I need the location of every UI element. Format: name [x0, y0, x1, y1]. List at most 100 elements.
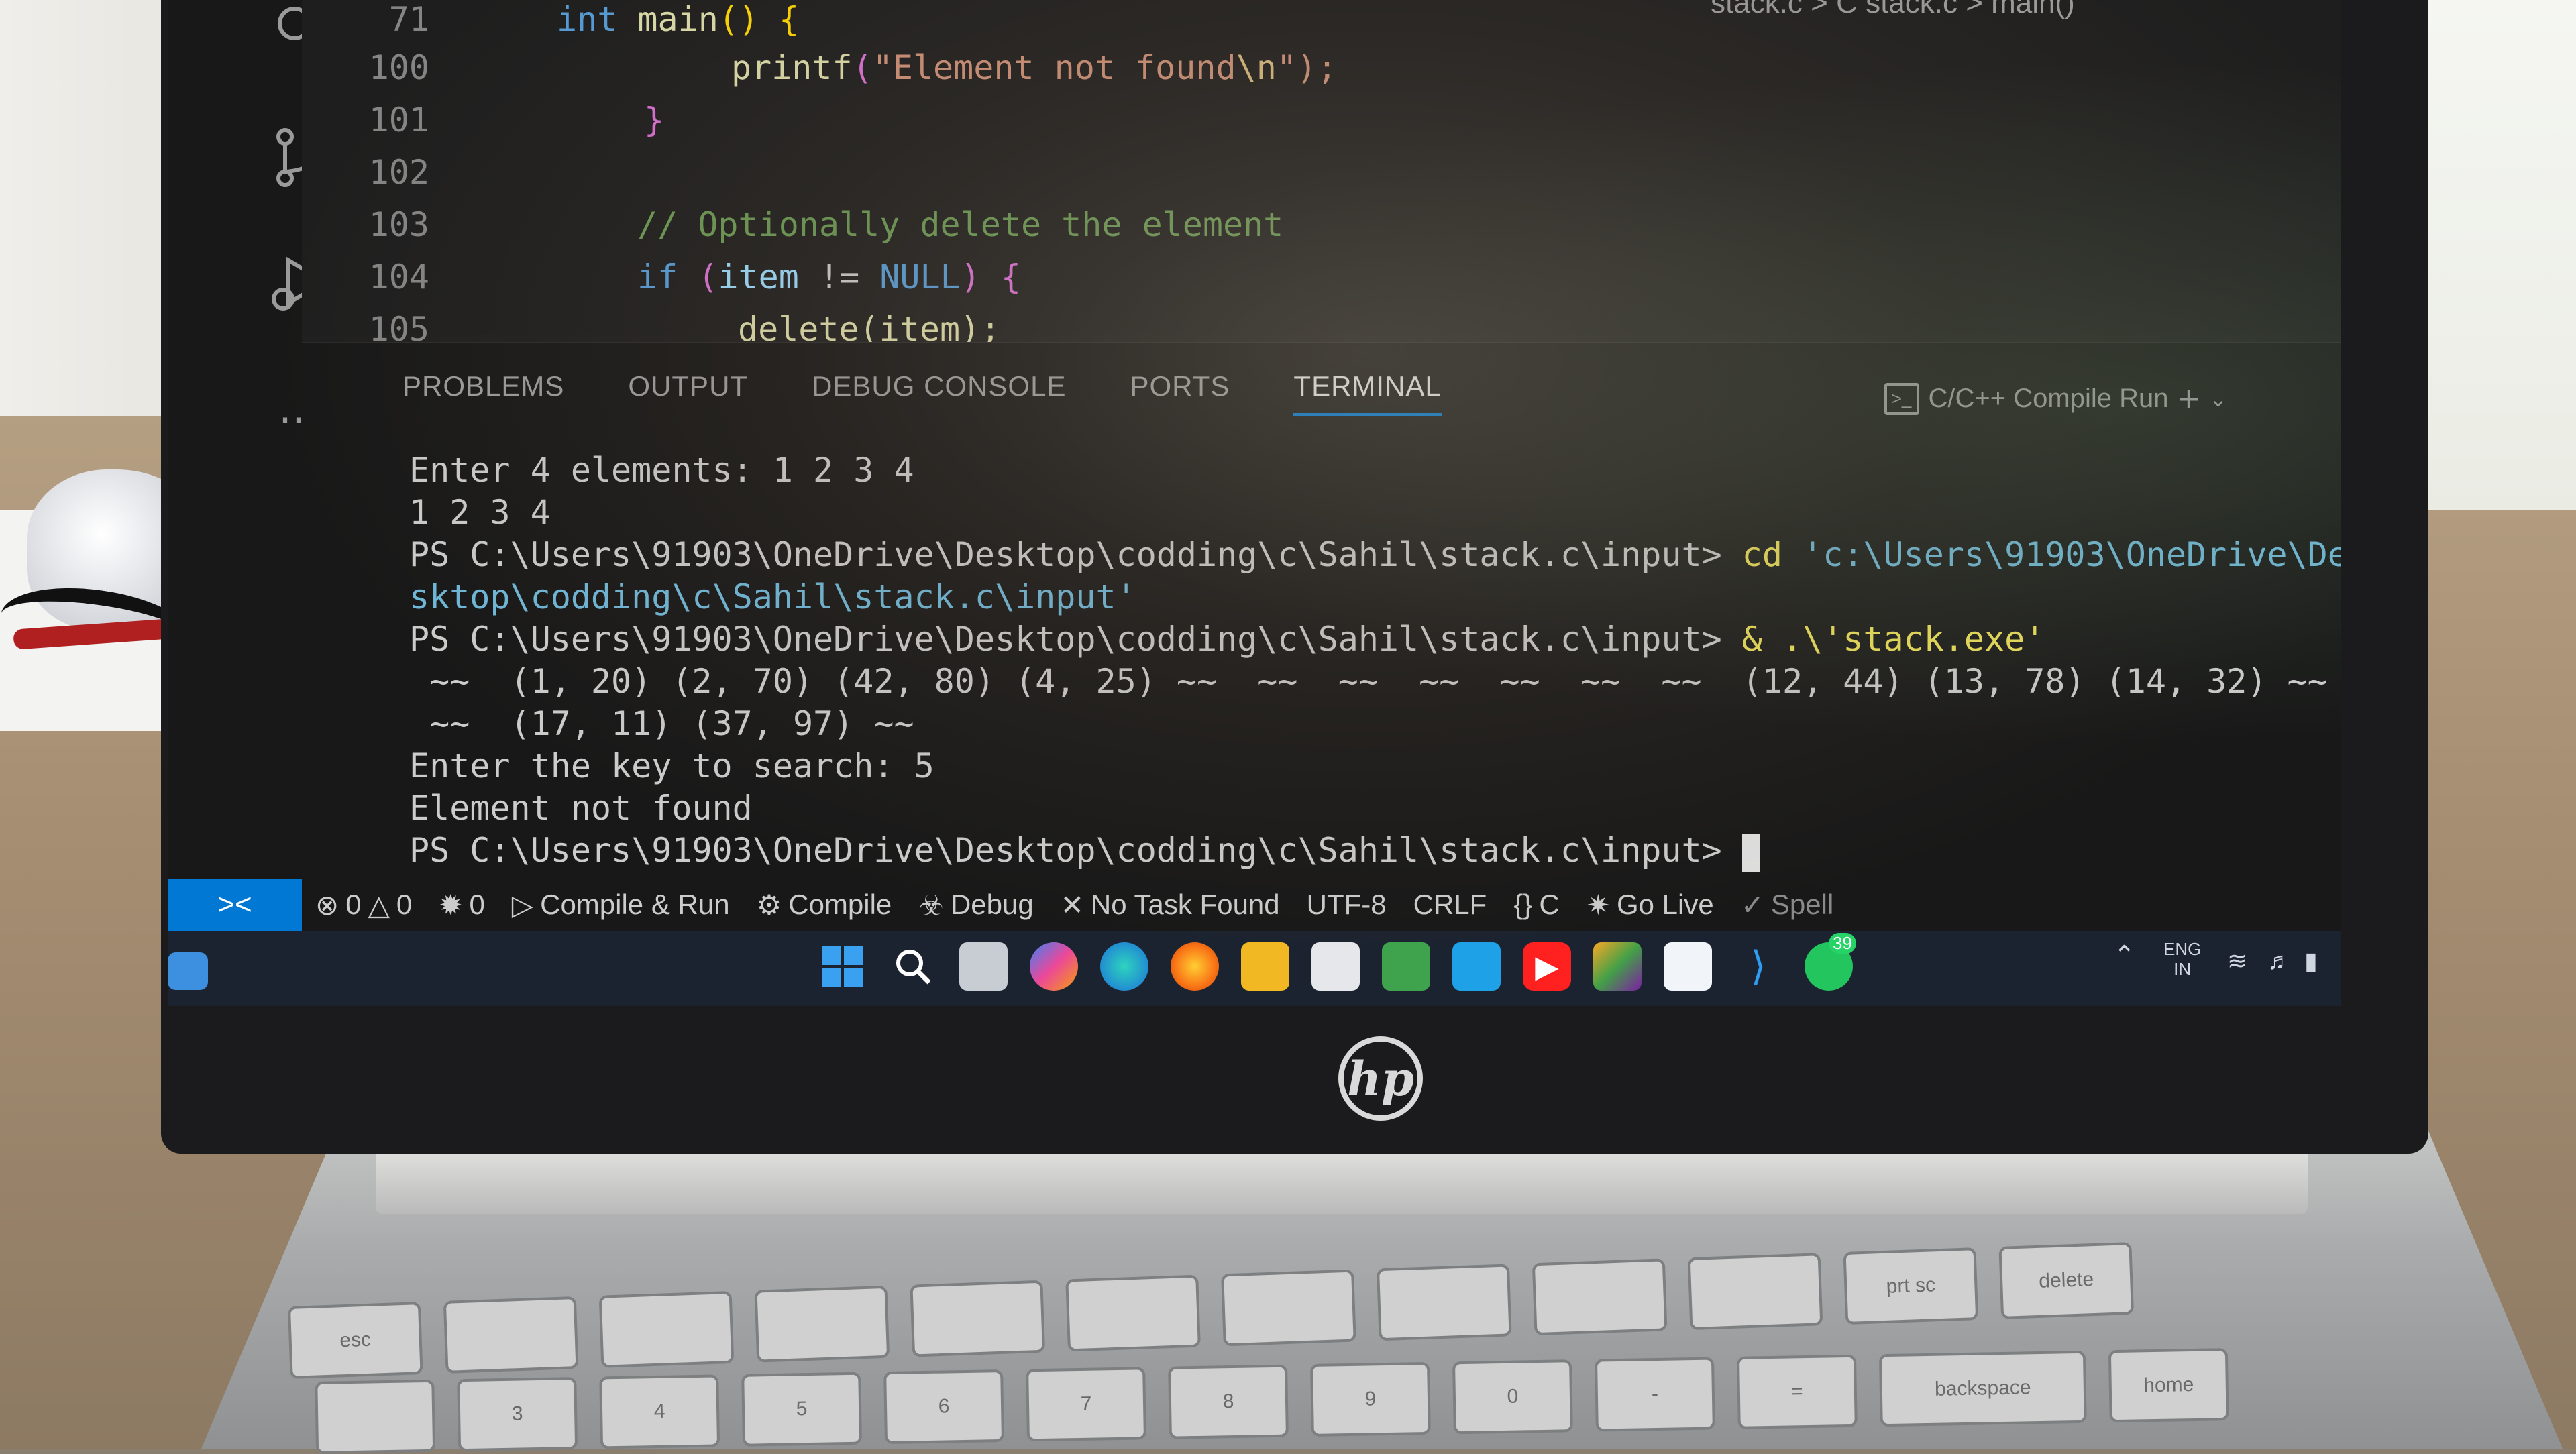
tab-debug-console[interactable]: DEBUG CONSOLE — [812, 370, 1066, 416]
terminal-line: Enter the key to search: 5 — [409, 746, 934, 785]
code-comment: // Optionally delete the element — [637, 205, 1284, 244]
language-selector[interactable]: {} C — [1513, 889, 1559, 921]
terminal-output[interactable]: Enter 4 elements: 1 2 3 4 1 2 3 4 PS C:\… — [409, 451, 2341, 873]
debug-button[interactable]: ☣ Debug — [918, 889, 1033, 921]
wifi-icon[interactable]: ≋ — [2227, 949, 2247, 973]
line-number: 100 — [368, 48, 429, 87]
code-text: printf("Element not found\n"); — [731, 48, 1338, 87]
notepad-icon[interactable] — [1664, 942, 1712, 991]
key-esc[interactable]: esc — [287, 1302, 423, 1379]
hp-logo: hp — [1338, 1036, 1423, 1121]
key-backspace[interactable]: backspace — [1878, 1350, 2087, 1427]
terminal-line: Enter 4 elements: 1 2 3 4 — [409, 451, 914, 490]
volume-icon[interactable]: ♬ — [2267, 949, 2292, 973]
key[interactable] — [910, 1280, 1046, 1357]
key[interactable] — [598, 1290, 735, 1368]
notification-badge: 39 — [1829, 933, 1856, 954]
task-label: C/C++ Compile Run — [1928, 384, 2169, 413]
chevron-down-icon[interactable]: ⌄ — [2209, 386, 2227, 412]
app-icon-green[interactable] — [1382, 942, 1430, 991]
line-number: 104 — [368, 258, 429, 296]
error-icon: ⊗ — [315, 889, 339, 921]
key-prt-sc[interactable]: prt sc — [1843, 1247, 1979, 1325]
widgets-icon[interactable] — [168, 952, 208, 990]
remote-indicator[interactable]: >< — [168, 879, 302, 931]
go-live-button[interactable]: ✷ Go Live — [1587, 889, 1714, 921]
broadcast-icon: ✹ — [439, 889, 463, 921]
code-text: int main() { — [557, 0, 800, 39]
key-6[interactable]: 6 — [883, 1369, 1005, 1445]
remote-icon: >< — [217, 888, 252, 921]
key[interactable] — [1532, 1258, 1668, 1336]
terminal-line: PS C:\Users\91903\OneDrive\Desktop\coddi… — [409, 535, 2341, 574]
terminal-task-selector[interactable]: >_ C/C++ Compile Run + ⌄ — [1884, 377, 2227, 421]
key[interactable] — [443, 1296, 579, 1374]
key[interactable] — [1221, 1269, 1356, 1347]
line-number: 101 — [368, 101, 429, 139]
code-line: 102 — [302, 153, 429, 205]
app-icon-blue[interactable] — [1452, 942, 1501, 991]
eol-selector[interactable]: CRLF — [1413, 889, 1487, 921]
youtube-icon[interactable]: ▶ — [1523, 942, 1571, 991]
code-line: 103 — [302, 205, 429, 258]
line-number: 103 — [368, 205, 429, 244]
encoding-selector[interactable]: UTF-8 — [1307, 889, 1387, 921]
code-text: if (item != NULL) { — [637, 258, 1022, 296]
file-explorer-icon[interactable] — [1241, 942, 1289, 991]
key-0[interactable]: 0 — [1452, 1359, 1573, 1435]
compile-run-button[interactable]: ▷ Compile & Run — [512, 889, 730, 921]
key-home[interactable]: home — [2108, 1348, 2229, 1423]
terminal-line: PS C:\Users\91903\OneDrive\Desktop\coddi… — [409, 620, 2045, 659]
terminal-line: ~~ (1, 20) (2, 70) (42, 80) (4, 25) ~~ ~… — [409, 662, 2328, 701]
key[interactable] — [754, 1285, 890, 1363]
key-4[interactable]: 4 — [599, 1374, 720, 1449]
ports-indicator[interactable]: ✹ 0 — [439, 889, 485, 921]
key-8[interactable]: 8 — [1168, 1364, 1289, 1439]
spell-check-button[interactable]: ✓ Spell — [1741, 889, 1834, 921]
key[interactable] — [1687, 1253, 1823, 1331]
code-editor[interactable]: stack.c > C stack.c > main() 71 int main… — [302, 0, 2341, 349]
windows-start-icon[interactable] — [818, 942, 867, 991]
copilot-icon[interactable] — [1030, 942, 1078, 991]
key[interactable] — [315, 1379, 436, 1454]
compile-button[interactable]: ⚙ Compile — [757, 889, 892, 921]
app-icon-layers[interactable] — [1593, 942, 1642, 991]
key-5[interactable]: 5 — [741, 1372, 863, 1447]
vscode-icon[interactable]: ⟩ — [1734, 942, 1782, 991]
key-minus[interactable]: - — [1594, 1357, 1715, 1432]
key-delete[interactable]: delete — [1998, 1242, 2135, 1319]
check-icon: ✓ — [1740, 889, 1764, 921]
terminal-icon: >_ — [1884, 382, 1919, 415]
edge-icon[interactable] — [1100, 942, 1148, 991]
bottom-panel: PROBLEMS OUTPUT DEBUG CONSOLE PORTS TERM… — [302, 342, 2341, 880]
microsoft-store-icon[interactable] — [1311, 942, 1360, 991]
task-status[interactable]: ✕ No Task Found — [1061, 889, 1280, 921]
key-7[interactable]: 7 — [1026, 1367, 1146, 1442]
key[interactable] — [1065, 1274, 1201, 1352]
task-view-icon[interactable] — [959, 942, 1008, 991]
tab-terminal[interactable]: TERMINAL — [1293, 370, 1442, 416]
key-equals[interactable]: = — [1736, 1354, 1858, 1429]
line-number: 102 — [368, 153, 429, 192]
terminal-line: 1 2 3 4 — [409, 493, 551, 532]
chevron-up-icon[interactable]: ⌃ — [2113, 942, 2136, 969]
key[interactable] — [1376, 1264, 1512, 1341]
breadcrumb[interactable]: stack.c > C stack.c > main() — [1711, 0, 2075, 20]
code-text: } — [644, 101, 665, 139]
search-icon[interactable] — [889, 942, 937, 991]
battery-icon[interactable]: ▮ — [2304, 949, 2318, 973]
language-indicator[interactable]: ENG IN — [2163, 939, 2201, 979]
play-icon: ▷ — [511, 889, 534, 921]
code-line: 100 — [302, 48, 429, 101]
key-9[interactable]: 9 — [1310, 1361, 1431, 1437]
whatsapp-icon[interactable]: 39 — [1805, 933, 1856, 991]
status-bar: ⊗ 0 △ 0 ✹ 0 ▷ Compile & Run ⚙ Compile ☣ Debug … — [302, 879, 2341, 931]
tab-output[interactable]: OUTPUT — [628, 370, 748, 416]
key-3[interactable]: 3 — [457, 1377, 578, 1452]
code-line: 101 — [302, 101, 429, 153]
tab-ports[interactable]: PORTS — [1130, 370, 1230, 416]
problems-indicator[interactable]: ⊗ 0 △ 0 — [315, 889, 412, 921]
firefox-icon[interactable] — [1171, 942, 1219, 991]
add-terminal-icon[interactable]: + — [2178, 377, 2200, 421]
tab-problems[interactable]: PROBLEMS — [402, 370, 564, 416]
